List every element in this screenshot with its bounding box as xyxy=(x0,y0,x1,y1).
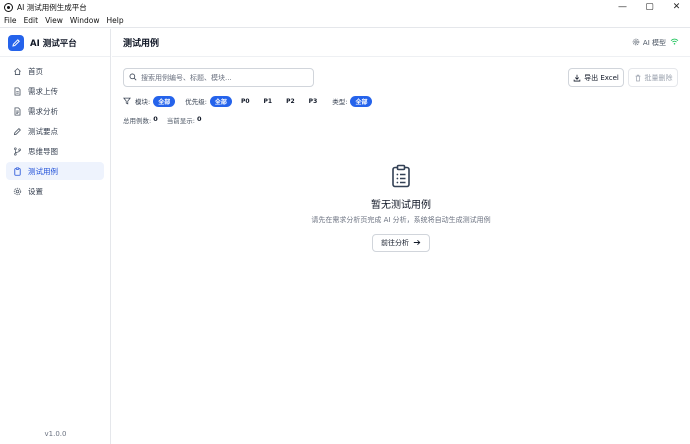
sidebar-item-label: 需求分析 xyxy=(28,106,58,116)
sidebar-nav: 首页 需求上传 需求分析 测试要点 思维导图 测试用例 设置 xyxy=(0,57,110,207)
menu-view[interactable]: View xyxy=(42,16,66,25)
analysis-icon xyxy=(12,106,22,116)
close-button[interactable]: ✕ xyxy=(663,0,690,14)
sidebar-item-label: 设置 xyxy=(28,186,43,196)
filter-icon xyxy=(123,97,131,105)
sidebar-item-test-points[interactable]: 测试要点 xyxy=(6,122,104,140)
empty-description: 请先在需求分析页完成 AI 分析，系统将自动生成测试用例 xyxy=(311,216,491,224)
sidebar: AI 测试平台 首页 需求上传 需求分析 测试要点 思维导图 测试用例 设置 v… xyxy=(0,29,111,444)
brand-name: AI 测试平台 xyxy=(30,38,77,49)
total-label: 总用例数: xyxy=(123,117,152,125)
home-icon xyxy=(12,66,22,76)
window-titlebar: AI 测试用例生成平台 — ▢ ✕ xyxy=(0,0,690,14)
brand: AI 测试平台 xyxy=(0,29,110,57)
sidebar-item-test-cases[interactable]: 测试用例 xyxy=(6,162,104,180)
module-filter-label: 模块: xyxy=(135,98,151,106)
delete-label: 批量删除 xyxy=(644,73,673,82)
priority-chip-p1[interactable]: P1 xyxy=(259,96,278,107)
sidebar-item-label: 需求上传 xyxy=(28,86,58,96)
sidebar-item-label: 测试用例 xyxy=(28,166,58,176)
priority-filter-label: 优先级: xyxy=(185,98,207,106)
total-count: 0 xyxy=(153,115,158,123)
type-chip-all[interactable]: 全部 xyxy=(350,95,373,107)
pen-icon xyxy=(12,126,22,136)
empty-title: 暂无测试用例 xyxy=(371,200,431,211)
menu-bar: File Edit View Window Help xyxy=(0,14,690,28)
wifi-connected-icon xyxy=(670,38,679,47)
pen-logo-icon xyxy=(8,34,24,51)
sidebar-item-mindmap[interactable]: 思维导图 xyxy=(6,142,104,160)
main-content: 测试用例 AI 模型 导出 Excel xyxy=(112,29,690,444)
search-icon xyxy=(129,73,137,83)
window-title: AI 测试用例生成平台 xyxy=(17,2,87,12)
sidebar-item-home[interactable]: 首页 xyxy=(6,62,104,80)
export-label: 导出 Excel xyxy=(584,73,619,82)
maximize-button[interactable]: ▢ xyxy=(636,0,663,14)
priority-chip-all[interactable]: 全部 xyxy=(209,95,232,107)
branch-icon xyxy=(12,146,22,156)
filter-bar: 模块: 全部 优先级: 全部 P0 P1 P2 P3 类型: 全部 xyxy=(123,95,376,107)
go-to-analysis-button[interactable]: 前往分析 xyxy=(372,234,430,252)
module-chip-all[interactable]: 全部 xyxy=(153,95,176,107)
download-icon xyxy=(573,74,581,82)
app-icon xyxy=(4,2,13,12)
export-excel-button[interactable]: 导出 Excel xyxy=(568,68,624,87)
priority-chip-p0[interactable]: P0 xyxy=(236,96,255,107)
go-to-analysis-label: 前往分析 xyxy=(381,239,409,247)
batch-delete-button[interactable]: 批量删除 xyxy=(628,68,678,87)
clipboard-list-icon xyxy=(390,164,412,188)
sidebar-item-settings[interactable]: 设置 xyxy=(6,182,104,200)
model-label: AI 模型 xyxy=(642,38,666,47)
shown-label: 当前显示: xyxy=(166,117,195,125)
type-filter-label: 类型: xyxy=(332,98,348,106)
minimize-button[interactable]: — xyxy=(609,0,636,14)
gear-icon xyxy=(632,38,640,48)
menu-help[interactable]: Help xyxy=(103,16,126,25)
sidebar-item-label: 测试要点 xyxy=(28,126,58,136)
window-controls: — ▢ ✕ xyxy=(609,0,690,14)
priority-chip-p2[interactable]: P2 xyxy=(281,96,300,107)
menu-window[interactable]: Window xyxy=(67,16,103,25)
priority-chip-p3[interactable]: P3 xyxy=(304,96,323,107)
page-header: 测试用例 AI 模型 xyxy=(112,29,690,57)
empty-state: 暂无测试用例 请先在需求分析页完成 AI 分析，系统将自动生成测试用例 前往分析 xyxy=(112,164,690,252)
document-upload-icon xyxy=(12,86,22,96)
gear-icon xyxy=(12,186,22,196)
menu-file[interactable]: File xyxy=(1,16,20,25)
toolbar: 导出 Excel 批量删除 xyxy=(123,68,679,88)
sidebar-item-upload[interactable]: 需求上传 xyxy=(6,82,104,100)
case-stats: 总用例数: 0 当前显示: 0 xyxy=(123,115,210,125)
sidebar-item-label: 首页 xyxy=(28,66,43,76)
shown-count: 0 xyxy=(196,115,202,123)
trash-icon xyxy=(634,74,642,82)
menu-edit[interactable]: Edit xyxy=(21,16,42,25)
search-box[interactable] xyxy=(123,68,314,87)
model-status[interactable]: AI 模型 xyxy=(632,38,679,48)
arrow-right-icon xyxy=(413,239,421,248)
search-input[interactable] xyxy=(141,73,311,82)
sidebar-item-label: 思维导图 xyxy=(28,146,58,156)
page-title: 测试用例 xyxy=(123,39,160,49)
sidebar-item-analysis[interactable]: 需求分析 xyxy=(6,102,104,120)
clipboard-icon xyxy=(12,166,22,176)
app-version: v1.0.0 xyxy=(44,430,67,438)
